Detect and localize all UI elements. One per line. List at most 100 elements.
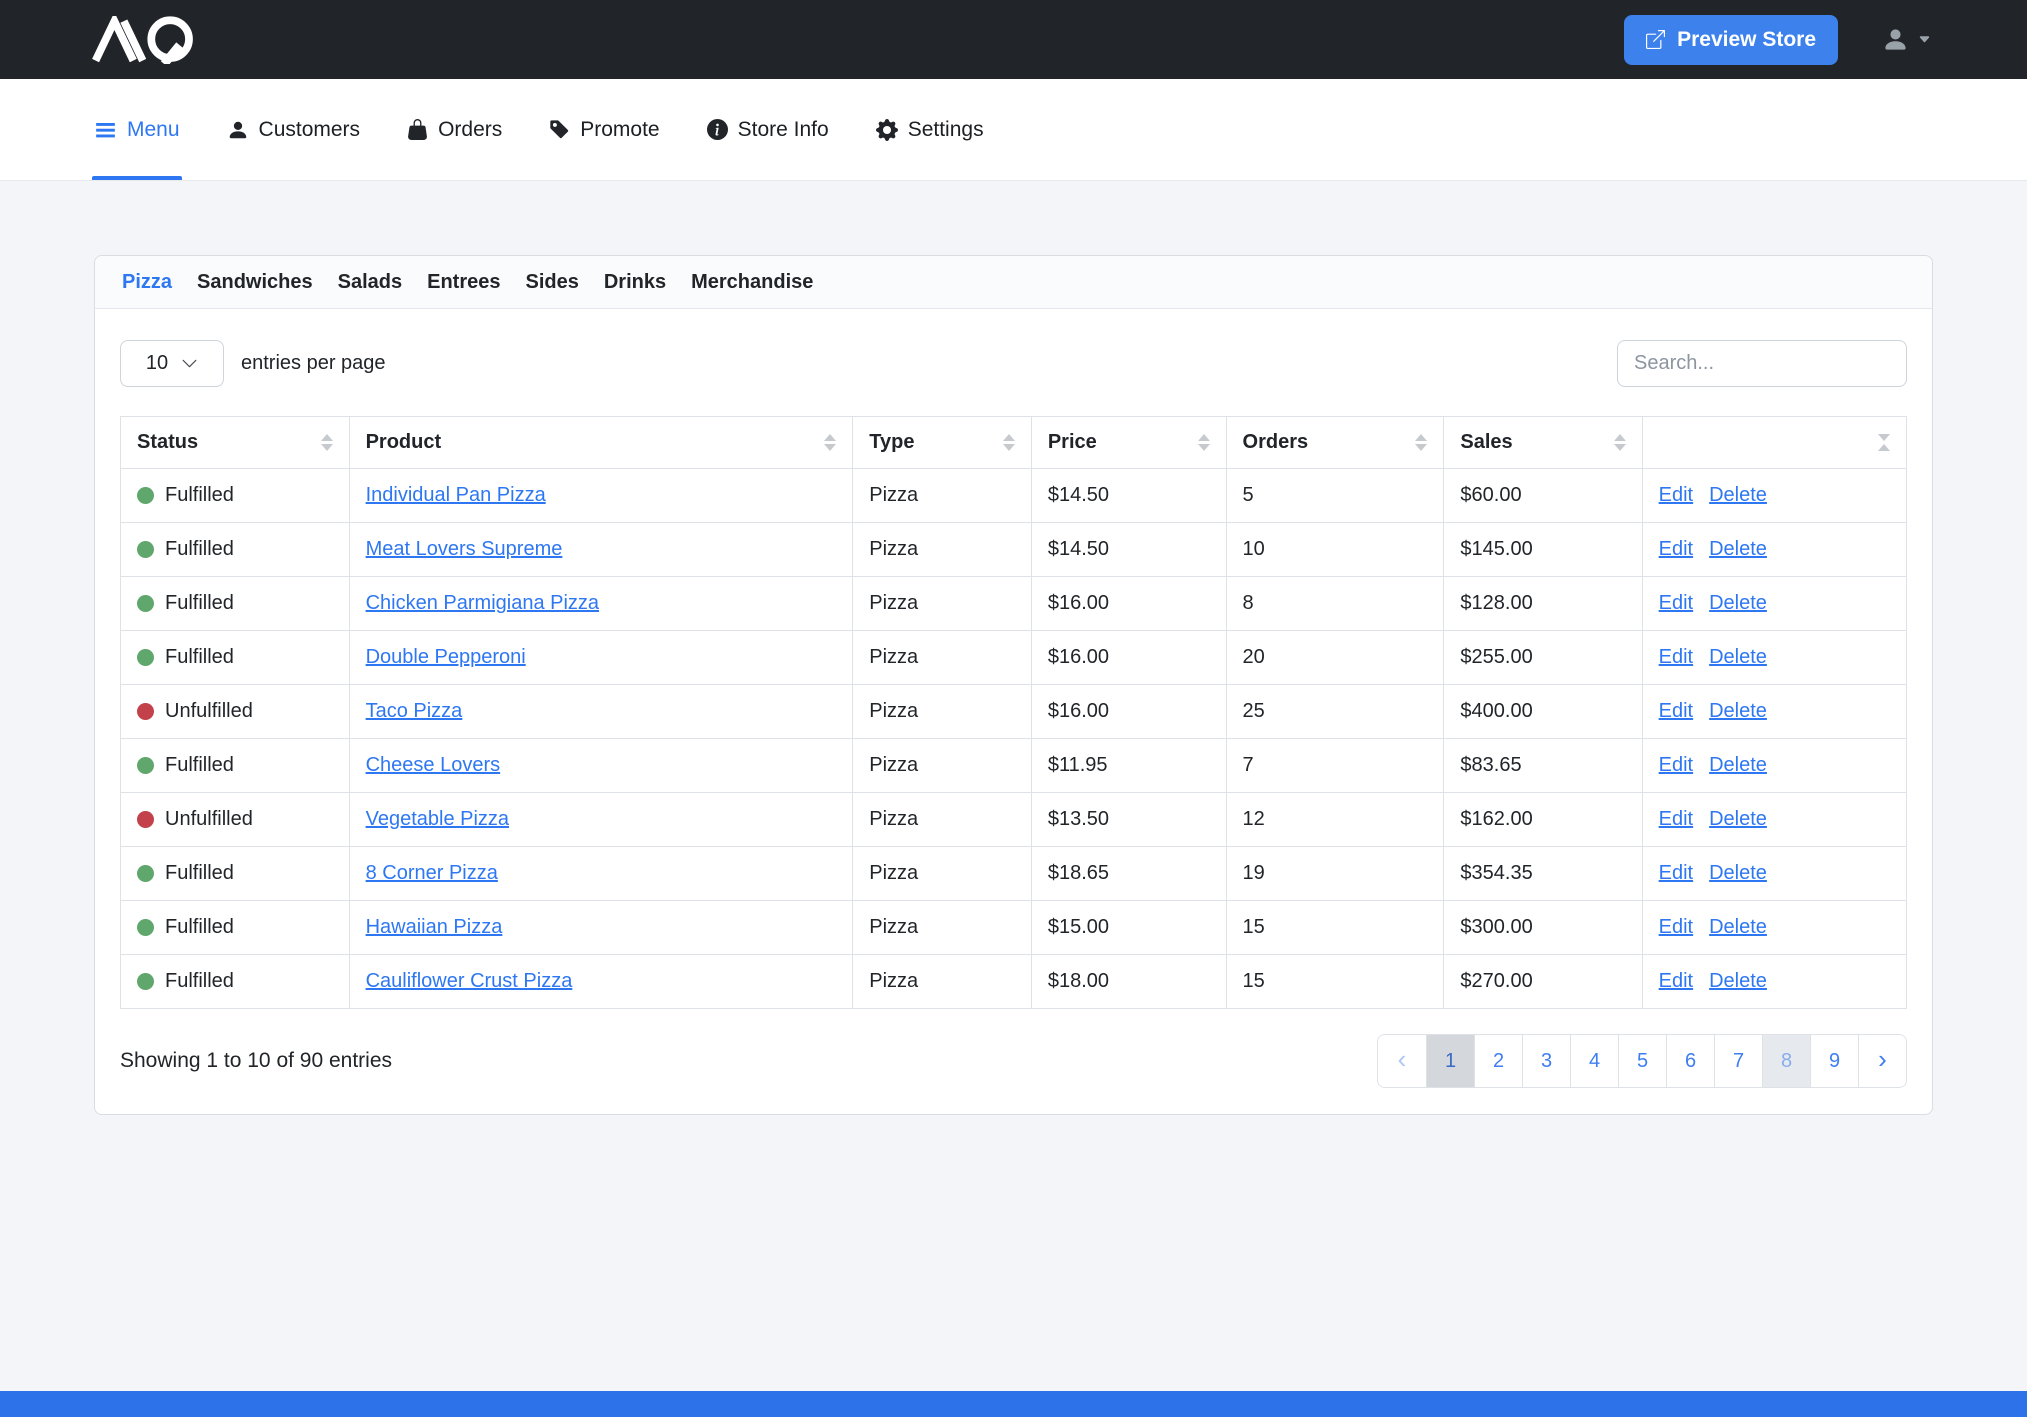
column-header-product[interactable]: Product — [349, 417, 853, 469]
table-row: FulfilledChicken Parmigiana PizzaPizza$1… — [121, 577, 1907, 631]
column-label: Sales — [1460, 431, 1512, 454]
product-link[interactable]: Taco Pizza — [366, 700, 463, 722]
column-header-sales[interactable]: Sales — [1444, 417, 1642, 469]
edit-link[interactable]: Edit — [1659, 484, 1693, 506]
tab-salads[interactable]: Salads — [338, 271, 402, 294]
orders-value: 15 — [1243, 970, 1265, 992]
nav-item-customers[interactable]: Customers — [227, 79, 361, 180]
type-value: Pizza — [869, 646, 918, 668]
status-dot-icon — [137, 757, 154, 774]
pagination-previous-button[interactable]: ‹ — [1378, 1035, 1426, 1087]
edit-link[interactable]: Edit — [1659, 646, 1693, 668]
product-link[interactable]: Hawaiian Pizza — [366, 916, 503, 938]
status-label: Fulfilled — [165, 862, 234, 885]
type-value: Pizza — [869, 484, 918, 506]
column-header-type[interactable]: Type — [853, 417, 1032, 469]
nav-item-settings[interactable]: Settings — [876, 79, 984, 180]
product-link[interactable]: 8 Corner Pizza — [366, 862, 498, 884]
product-link[interactable]: Chicken Parmigiana Pizza — [366, 592, 599, 614]
status-dot-icon — [137, 487, 154, 504]
status-dot-icon — [137, 595, 154, 612]
delete-link[interactable]: Delete — [1709, 970, 1767, 992]
tab-sandwiches[interactable]: Sandwiches — [197, 271, 313, 294]
pagination-next-button[interactable]: › — [1858, 1035, 1906, 1087]
nav-item-label: Menu — [127, 118, 180, 142]
delete-link[interactable]: Delete — [1709, 646, 1767, 668]
pagination-page-8[interactable]: 8 — [1762, 1035, 1810, 1087]
sales-value: $128.00 — [1460, 592, 1532, 614]
tab-merchandise[interactable]: Merchandise — [691, 271, 813, 294]
product-link[interactable]: Cheese Lovers — [366, 754, 501, 776]
pagination-page-5[interactable]: 5 — [1618, 1035, 1666, 1087]
product-link[interactable]: Cauliflower Crust Pizza — [366, 970, 573, 992]
category-tabs: Pizza Sandwiches Salads Entrees Sides Drinks M… — [95, 256, 1932, 309]
pagination-page-2[interactable]: 2 — [1474, 1035, 1522, 1087]
delete-link[interactable]: Delete — [1709, 484, 1767, 506]
pagination-page-7[interactable]: 7 — [1714, 1035, 1762, 1087]
edit-link[interactable]: Edit — [1659, 970, 1693, 992]
orders-value: 12 — [1243, 808, 1265, 830]
edit-link[interactable]: Edit — [1659, 916, 1693, 938]
orders-value: 19 — [1243, 862, 1265, 884]
edit-link[interactable]: Edit — [1659, 592, 1693, 614]
nav-item-orders[interactable]: Orders — [407, 79, 502, 180]
showing-entries-text: Showing 1 to 10 of 90 entries — [120, 1049, 392, 1073]
pagination-page-9[interactable]: 9 — [1810, 1035, 1858, 1087]
status-badge: Fulfilled — [137, 484, 333, 507]
delete-link[interactable]: Delete — [1709, 754, 1767, 776]
pagination-page-4[interactable]: 4 — [1570, 1035, 1618, 1087]
tab-sides[interactable]: Sides — [526, 271, 579, 294]
status-label: Fulfilled — [165, 538, 234, 561]
status-label: Unfulfilled — [165, 700, 253, 723]
sales-value: $83.65 — [1460, 754, 1521, 776]
delete-link[interactable]: Delete — [1709, 538, 1767, 560]
product-link[interactable]: Individual Pan Pizza — [366, 484, 546, 506]
column-header-price[interactable]: Price — [1031, 417, 1226, 469]
column-label: Product — [366, 431, 442, 454]
bag-icon — [407, 119, 428, 140]
nav-item-label: Customers — [259, 118, 361, 142]
delete-link[interactable]: Delete — [1709, 916, 1767, 938]
delete-link[interactable]: Delete — [1709, 700, 1767, 722]
edit-link[interactable]: Edit — [1659, 862, 1693, 884]
nav-item-menu[interactable]: Menu — [94, 79, 180, 180]
table-row: FulfilledDouble PepperoniPizza$16.0020$2… — [121, 631, 1907, 685]
delete-link[interactable]: Delete — [1709, 808, 1767, 830]
product-link[interactable]: Vegetable Pizza — [366, 808, 509, 830]
edit-link[interactable]: Edit — [1659, 700, 1693, 722]
pagination-page-6[interactable]: 6 — [1666, 1035, 1714, 1087]
tab-entrees[interactable]: Entrees — [427, 271, 500, 294]
table-controls: 10 entries per page — [120, 340, 1907, 387]
product-link[interactable]: Double Pepperoni — [366, 646, 526, 668]
edit-link[interactable]: Edit — [1659, 538, 1693, 560]
pagination-page-3[interactable]: 3 — [1522, 1035, 1570, 1087]
status-dot-icon — [137, 811, 154, 828]
edit-link[interactable]: Edit — [1659, 754, 1693, 776]
nav-item-promote[interactable]: Promote — [549, 79, 659, 180]
column-header-status[interactable]: Status — [121, 417, 350, 469]
status-badge: Fulfilled — [137, 754, 333, 777]
preview-store-button[interactable]: Preview Store — [1624, 15, 1838, 65]
column-header-actions[interactable] — [1642, 417, 1906, 469]
sales-value: $255.00 — [1460, 646, 1532, 668]
table-row: FulfilledCheese LoversPizza$11.957$83.65… — [121, 739, 1907, 793]
product-link[interactable]: Meat Lovers Supreme — [366, 538, 563, 560]
edit-link[interactable]: Edit — [1659, 808, 1693, 830]
nav-item-store-info[interactable]: Store Info — [707, 79, 829, 180]
pagination: ‹123456789› — [1377, 1034, 1907, 1088]
search-input[interactable] — [1617, 340, 1907, 387]
page-content: Pizza Sandwiches Salads Entrees Sides Drinks M… — [0, 181, 2027, 1115]
table-row: FulfilledMeat Lovers SupremePizza$14.501… — [121, 523, 1907, 577]
pagination-page-1[interactable]: 1 — [1426, 1035, 1474, 1087]
entries-per-page-value: 10 — [146, 352, 168, 375]
caret-down-icon — [1918, 33, 1931, 46]
tab-drinks[interactable]: Drinks — [604, 271, 666, 294]
column-header-orders[interactable]: Orders — [1226, 417, 1444, 469]
type-value: Pizza — [869, 808, 918, 830]
tab-pizza[interactable]: Pizza — [122, 271, 172, 294]
entries-per-page-select[interactable]: 10 — [120, 340, 224, 387]
type-value: Pizza — [869, 592, 918, 614]
delete-link[interactable]: Delete — [1709, 862, 1767, 884]
delete-link[interactable]: Delete — [1709, 592, 1767, 614]
account-menu[interactable] — [1882, 26, 1931, 53]
